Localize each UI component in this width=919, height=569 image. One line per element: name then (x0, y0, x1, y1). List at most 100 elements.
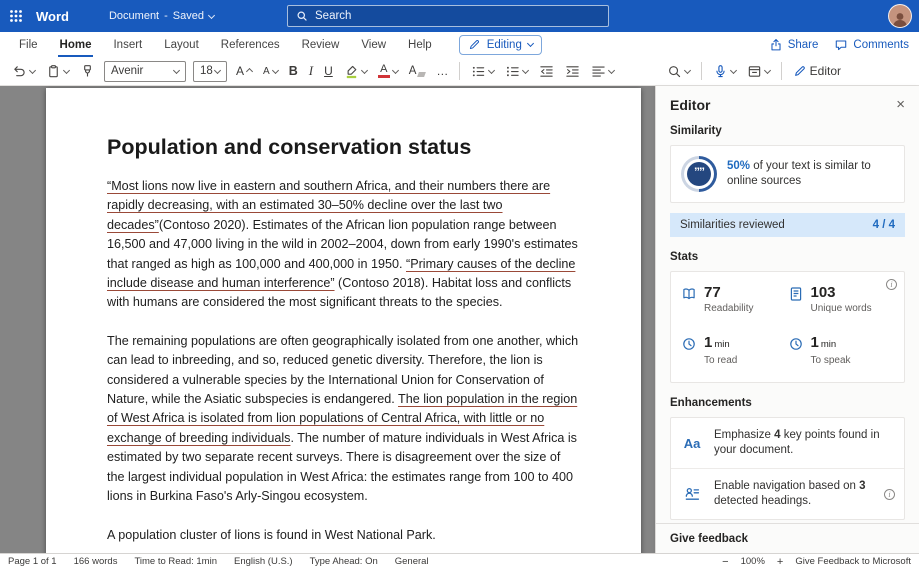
chevron-down-icon (683, 66, 691, 74)
enhancement-text: Emphasize 4 key points found in your doc… (714, 429, 880, 456)
word-app-window: Word Document - Saved Search File Home I… (0, 0, 919, 569)
editor-button[interactable]: Editor (791, 62, 843, 80)
stat-to-speak: 1 min To speak (788, 335, 895, 366)
app-launcher-button[interactable] (0, 0, 32, 32)
share-button[interactable]: Share (769, 38, 818, 52)
tab-view[interactable]: View (350, 32, 397, 57)
more-font-options-button[interactable]: … (434, 62, 450, 80)
zoom-in-button[interactable]: + (777, 556, 783, 567)
document-heading: Population and conservation status (107, 135, 472, 159)
close-icon[interactable]: × (896, 97, 905, 112)
decrease-indent-button[interactable] (537, 62, 556, 81)
numbering-button[interactable] (503, 62, 530, 81)
time-to-read: Time to Read: 1min (134, 556, 217, 567)
stat-value: 103 (810, 284, 836, 301)
stat-readability: 77 Readability (681, 285, 788, 314)
document-page[interactable]: Population and conservation status “Most… (46, 88, 641, 553)
comments-button[interactable]: Comments (834, 38, 909, 52)
document-name[interactable]: Document (109, 10, 159, 22)
editor-panel-title: Editor (670, 97, 711, 113)
chevron-down-icon (391, 66, 399, 74)
similarity-card[interactable]: ”” 50% of your text is similar to online… (670, 145, 905, 203)
stat-to-read: 1 min To read (681, 334, 788, 366)
shrink-font-icon: A (263, 65, 270, 77)
chevron-down-icon[interactable] (207, 11, 216, 19)
comment-icon (836, 39, 847, 50)
chevron-down-icon (522, 66, 530, 74)
body-text: A population cluster of lions is found i… (107, 527, 436, 542)
page-indicator[interactable]: Page 1 of 1 (8, 556, 57, 567)
italic-button[interactable]: I (307, 61, 315, 81)
dictate-button[interactable] (711, 62, 738, 81)
highlighter-icon (346, 65, 357, 78)
ribbon-tabs: File Home Insert Layout References Revie… (0, 32, 919, 57)
grow-font-button[interactable]: A (234, 62, 254, 80)
underline-button[interactable]: U (322, 62, 335, 80)
chevron-down-icon (271, 66, 279, 74)
title-separator: - (164, 10, 168, 22)
clock-icon (683, 338, 695, 350)
tab-help[interactable]: Help (397, 32, 443, 57)
paragraph-3: A population cluster of lions is found i… (107, 526, 580, 545)
zoom-level[interactable]: 100% (741, 556, 765, 567)
align-button[interactable] (589, 62, 616, 81)
increase-indent-button[interactable] (563, 62, 582, 81)
chevron-down-icon (213, 66, 222, 74)
save-status[interactable]: Saved (173, 10, 204, 22)
emphasize-icon: Aa (683, 435, 701, 451)
tab-references[interactable]: References (210, 32, 291, 57)
tab-file[interactable]: File (8, 32, 49, 57)
clipboard-icon (49, 64, 58, 77)
decrease-indent-icon (540, 65, 554, 77)
stat-value: 1 min (704, 334, 730, 351)
editor-panel: Editor × Similarity ”” 50% of your text … (655, 86, 919, 553)
give-feedback-label: Give feedback (670, 533, 748, 545)
bold-icon: B (288, 64, 298, 78)
word-count[interactable]: 166 words (74, 556, 118, 567)
chevron-down-icon (729, 66, 737, 74)
eraser-icon (417, 72, 427, 77)
paste-button[interactable] (44, 62, 71, 81)
zoom-out-button[interactable]: − (722, 556, 728, 567)
shrink-font-button[interactable]: A (261, 64, 280, 79)
chevron-down-icon (360, 66, 368, 74)
designer-button[interactable] (745, 62, 772, 81)
enhancement-navigation[interactable]: Enable navigation based on 3 detected he… (671, 468, 904, 519)
font-name-select[interactable]: Avenir (104, 60, 186, 82)
grow-font-icon: A (236, 64, 245, 78)
format-painter-button[interactable] (78, 62, 97, 81)
highlight-color-button[interactable] (342, 62, 369, 81)
undo-icon (14, 65, 25, 76)
type-ahead-indicator[interactable]: Type Ahead: On (310, 556, 378, 567)
find-button[interactable] (665, 62, 692, 81)
give-feedback-section[interactable]: Give feedback (656, 523, 919, 545)
person-icon (893, 13, 907, 27)
bold-button[interactable]: B (287, 62, 300, 80)
font-color-button[interactable]: A (376, 62, 400, 80)
profile-avatar[interactable] (888, 4, 912, 28)
designer-icon (748, 65, 760, 77)
enhancements-section-label: Enhancements (670, 397, 752, 409)
language-indicator[interactable]: English (U.S.) (234, 556, 293, 567)
stat-label: Unique words (810, 303, 872, 314)
font-size-select[interactable]: 18 (193, 60, 227, 82)
tab-insert[interactable]: Insert (102, 32, 153, 57)
tab-layout[interactable]: Layout (153, 32, 210, 57)
feedback-link[interactable]: Give Feedback to Microsoft (795, 556, 911, 567)
tab-home[interactable]: Home (49, 32, 103, 57)
similarities-reviewed-bar[interactable]: Similarities reviewed 4 / 4 (670, 213, 905, 237)
enhancement-emphasize[interactable]: Aa Emphasize 4 key points found in your … (671, 418, 904, 468)
info-icon[interactable]: i (884, 488, 895, 500)
editing-mode-dropdown[interactable]: Editing (458, 34, 542, 55)
search-input[interactable]: Search (287, 5, 609, 27)
stat-label: To read (704, 355, 738, 366)
undo-button[interactable] (10, 62, 37, 81)
general-indicator[interactable]: General (395, 556, 429, 567)
statusbar: Page 1 of 1 166 words Time to Read: 1min… (0, 553, 919, 569)
clear-formatting-button[interactable]: A (407, 63, 428, 79)
similarity-progress-ring: ”” (681, 156, 717, 192)
info-icon[interactable]: i (886, 279, 897, 290)
bullets-button[interactable] (469, 62, 496, 81)
tab-review[interactable]: Review (291, 32, 351, 57)
document-title-group[interactable]: Document - Saved (109, 10, 216, 22)
